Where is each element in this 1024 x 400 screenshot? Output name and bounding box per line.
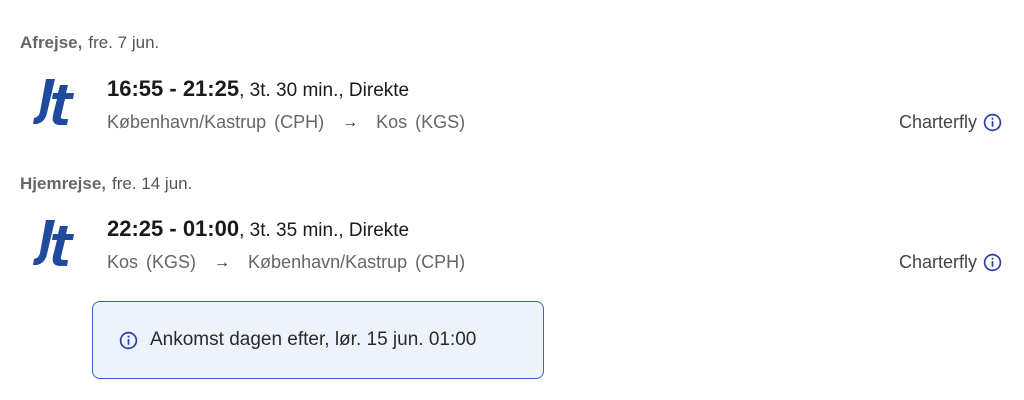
return-flight-type-label: Charterfly xyxy=(898,252,977,272)
return-details: , 3t. 35 min., Direkte xyxy=(239,220,410,241)
outbound-from-code: (CPH) xyxy=(274,112,325,132)
outbound-flight-type-label: Charterfly xyxy=(898,112,977,132)
jettime-logo-icon xyxy=(33,79,74,125)
return-flight-type: Charterfly xyxy=(899,252,1002,273)
next-day-arrival-notice: Ankomst dagen efter, lør. 15 jun. 01:00 xyxy=(92,301,544,379)
return-to-city: København/Kastrup xyxy=(248,252,408,272)
outbound-flight-type: Charterfly xyxy=(899,112,1002,133)
outbound-times-line: 16:55 - 21:25, 3t. 30 min., Direkte xyxy=(107,76,409,102)
return-direction: Hjemrejse, xyxy=(20,174,106,193)
outbound-to-city: Kos xyxy=(376,112,408,132)
return-times-line: 22:25 - 01:00, 3t. 35 min., Direkte xyxy=(107,216,409,242)
info-icon[interactable] xyxy=(983,253,1002,272)
return-date: fre. 14 jun. xyxy=(112,174,193,193)
jettime-logo-icon xyxy=(33,220,74,266)
arrow-right-icon: → xyxy=(214,253,231,271)
outbound-header: Afrejse, fre. 7 jun. xyxy=(20,33,159,53)
outbound-direction: Afrejse, xyxy=(20,33,83,52)
return-route: Kos (KGS) → København/Kastrup (CPH) xyxy=(107,252,465,273)
outbound-from-city: København/Kastrup xyxy=(107,112,267,132)
outbound-to-code: (KGS) xyxy=(415,112,466,132)
return-to-code: (CPH) xyxy=(415,252,466,272)
arrow-right-icon: → xyxy=(342,113,359,131)
return-header: Hjemrejse, fre. 14 jun. xyxy=(20,174,192,194)
info-icon xyxy=(119,331,138,349)
return-from-city: Kos xyxy=(107,252,139,272)
return-times: 22:25 - 01:00 xyxy=(107,216,240,241)
notice-text: Ankomst dagen efter, lør. 15 jun. 01:00 xyxy=(150,329,477,350)
return-from-code: (KGS) xyxy=(146,252,197,272)
outbound-details: , 3t. 30 min., Direkte xyxy=(239,80,410,101)
outbound-route: København/Kastrup (CPH) → Kos (KGS) xyxy=(107,112,465,133)
outbound-date: fre. 7 jun. xyxy=(88,33,160,52)
info-icon[interactable] xyxy=(983,113,1002,132)
outbound-times: 16:55 - 21:25 xyxy=(107,76,240,101)
